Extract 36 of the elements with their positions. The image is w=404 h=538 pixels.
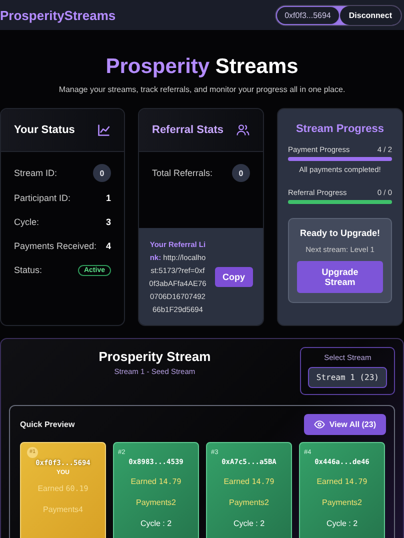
view-all-button[interactable]: View All (23) xyxy=(304,414,386,435)
chart-icon xyxy=(97,123,111,137)
payments-text: Payments2 xyxy=(320,498,364,507)
row-label: Cycle: xyxy=(14,217,40,227)
value-badge: 0 xyxy=(93,164,111,182)
payments-text: Payments2 xyxy=(228,498,270,507)
row-value: 3 xyxy=(106,217,111,227)
row-label: Payments Received: xyxy=(14,241,97,251)
users-icon xyxy=(236,123,250,137)
stream-select[interactable]: Stream 1 (23) xyxy=(308,367,387,388)
copy-button[interactable]: Copy xyxy=(214,266,253,286)
eye-icon xyxy=(314,419,326,430)
app-logo[interactable]: ProsperityStreams xyxy=(0,8,116,22)
value-badge: 0 xyxy=(232,164,250,182)
cycle-text: Cycle : 2 xyxy=(232,519,266,528)
page-subtitle: Manage your streams, track referrals, and monitor your progress all in one place. xyxy=(58,85,346,94)
upgrade-title: Ready to Upgrade! xyxy=(298,228,381,238)
payments-text: Payments4 xyxy=(42,505,84,514)
disconnect-button[interactable]: Disconnect xyxy=(340,6,401,24)
card-title: Your Status xyxy=(14,124,75,136)
row-label: Total Referrals: xyxy=(152,168,213,178)
card-title: Stream Progress xyxy=(294,123,386,135)
row-label: Participant ID: xyxy=(14,193,71,203)
preview-title: Quick Preview xyxy=(20,420,75,429)
cycle-text: Cycle : 2 xyxy=(139,519,173,528)
payments-text: Payments2 xyxy=(134,498,178,507)
page-title: Prosperity Streams xyxy=(104,55,300,79)
row-label: Stream ID: xyxy=(14,168,58,178)
row-label: Status: xyxy=(14,265,42,275)
card-title: Referral Stats xyxy=(152,124,224,136)
stream-title: Prosperity Stream xyxy=(98,349,212,364)
row-value: 4 xyxy=(106,241,111,251)
upgrade-button[interactable]: Upgrade Stream xyxy=(297,261,383,293)
row-value: 1 xyxy=(106,193,111,203)
wallet-address[interactable]: 0xf0f3...5694 xyxy=(276,6,340,24)
cycle-text: Cycle : 2 xyxy=(325,519,359,528)
